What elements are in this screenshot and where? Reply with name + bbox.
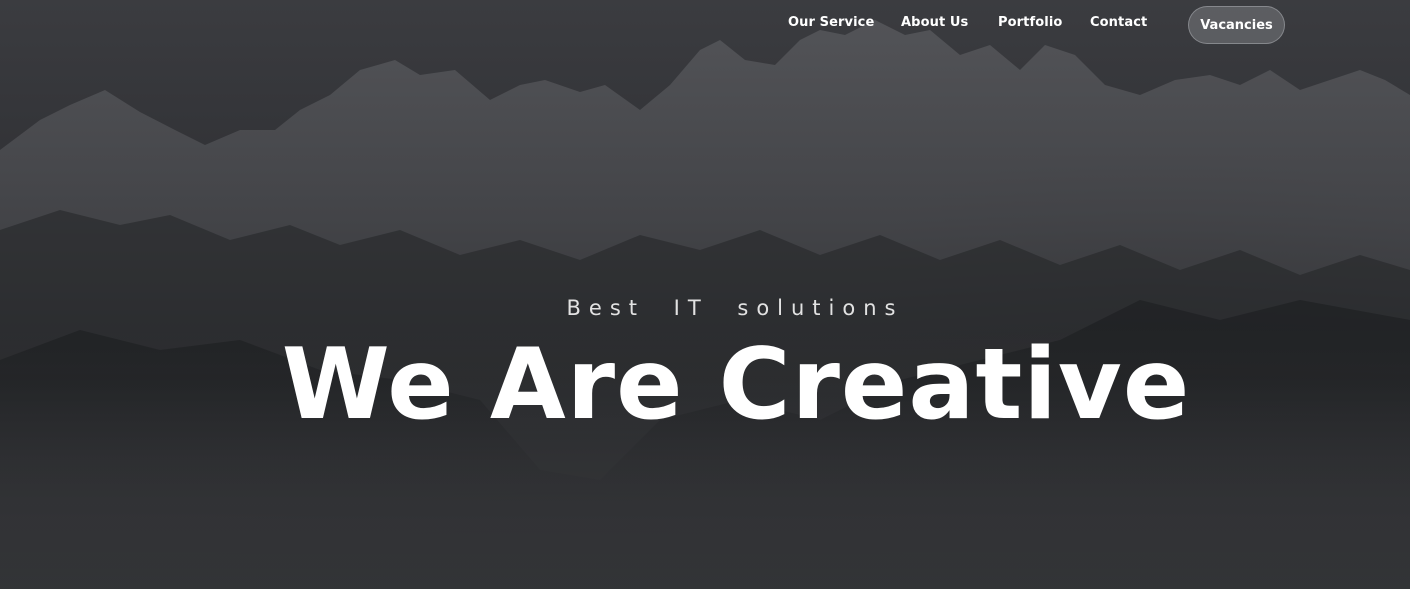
hero-headline: We Are Creative — [281, 328, 1191, 442]
hero-subtitle: Best IT solutions — [566, 296, 904, 320]
nav-link-portfolio[interactable]: Portfolio — [998, 15, 1062, 30]
nav-link-our-service[interactable]: Our Service — [788, 15, 874, 30]
nav-link-about-us[interactable]: About Us — [901, 15, 968, 30]
top-navigation: Our Service About Us Portfolio Contact V… — [0, 0, 1410, 50]
hero-section: Our Service About Us Portfolio Contact V… — [0, 0, 1410, 589]
fog-overlay — [0, 0, 1410, 589]
nav-link-contact[interactable]: Contact — [1090, 15, 1147, 30]
vacancies-button[interactable]: Vacancies — [1188, 6, 1285, 44]
